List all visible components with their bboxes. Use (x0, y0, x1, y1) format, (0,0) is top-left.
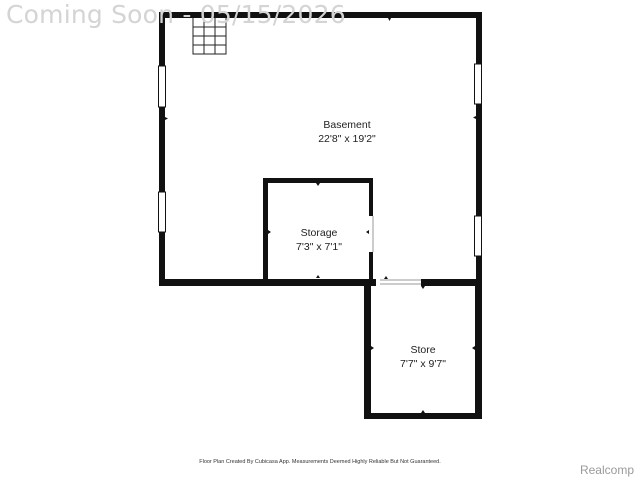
window-left-upper (158, 65, 166, 108)
store-wall-bottom (364, 413, 482, 419)
room-dimensions: 7'7" x 9'7" (400, 358, 446, 370)
doorway-basement-store (380, 279, 421, 285)
window-left-lower (158, 191, 166, 233)
window-right-upper (474, 63, 482, 105)
basement-wall-left (159, 12, 165, 286)
room-dimensions: 7'3" x 7'1" (296, 241, 342, 253)
room-label-basement: Basement 22'8" x 19'2" (296, 118, 398, 146)
basement-wall-bottom-right (421, 279, 482, 286)
floor-plan-disclaimer: Floor Plan Created By Cubicasa App. Meas… (199, 459, 441, 465)
room-label-store: Store 7'7" x 9'7" (378, 343, 468, 371)
room-name: Basement (323, 119, 371, 131)
storage-wall-left (263, 178, 268, 283)
storage-wall-right-lower (369, 252, 373, 283)
store-wall-left (364, 279, 371, 419)
storage-wall-top (263, 178, 373, 183)
room-name: Storage (300, 227, 338, 239)
window-right-lower (474, 215, 482, 257)
room-label-storage: Storage 7'3" x 7'1" (274, 226, 364, 254)
store-wall-right (475, 279, 482, 419)
room-name: Store (410, 344, 436, 356)
storage-wall-right-upper (369, 178, 373, 216)
brand-watermark: Realcomp (579, 463, 634, 477)
coming-soon-watermark: Coming Soon - 05/15/2026 (6, 0, 346, 29)
room-dimensions: 22'8" x 19'2" (318, 133, 376, 145)
